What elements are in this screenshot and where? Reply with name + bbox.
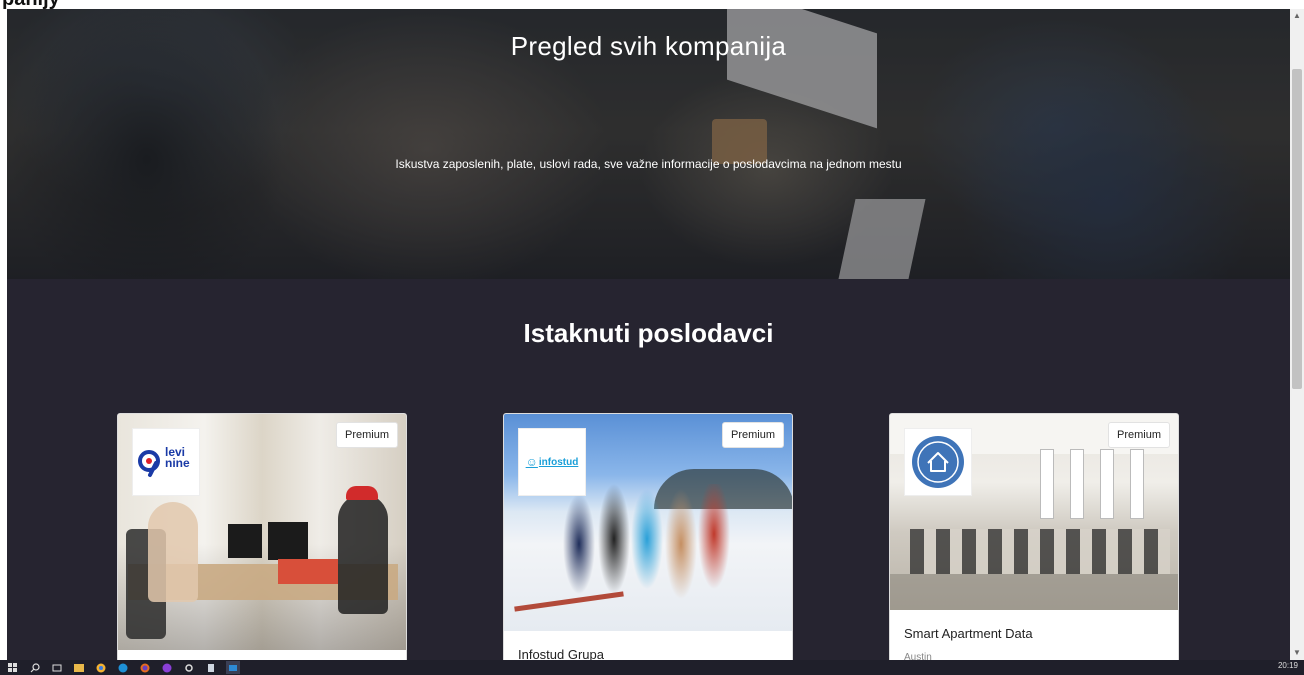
photo-monitor [268,522,308,560]
photo-folders [278,559,338,584]
photo-window [1040,449,1054,519]
hero-banner: Pregled svih kompanija Iskustva zaposlen… [7,9,1290,279]
house-icon [912,436,964,488]
employer-card-smart-apartment-data[interactable]: Premium Smart Apartment Data Austin [889,413,1179,660]
chrome-icon[interactable] [94,661,108,674]
employer-card-levi-nine[interactable]: Premium levi nine [117,413,407,660]
company-name[interactable]: Smart Apartment Data [904,626,1033,641]
hero-subtitle: Iskustva zaposlenih, plate, uslovi rada,… [395,157,902,171]
edge-icon[interactable] [116,661,130,674]
windows-start-icon[interactable] [6,661,20,674]
premium-badge: Premium [721,422,784,448]
hero-title: Pregled svih kompanija [510,31,787,61]
settings-icon[interactable] [182,661,196,674]
company-logo: ☺ infostud [518,428,586,496]
app-icon[interactable] [204,661,218,674]
company-logo [904,428,972,496]
scroll-up-arrow-icon[interactable]: ▲ [1290,9,1304,23]
photo-window [1100,449,1114,519]
scrollbar-thumb[interactable] [1292,69,1302,389]
photo-window [1130,449,1144,519]
scroll-down-arrow-icon[interactable]: ▼ [1290,646,1304,660]
photo-window [1070,449,1084,519]
search-icon[interactable] [28,661,42,674]
photo-desks [910,529,1170,574]
page-scrollbar[interactable]: ▲ ▼ [1290,9,1304,660]
photo-floor [890,574,1178,610]
photo-hat [346,486,378,500]
premium-badge: Premium [335,422,398,448]
windows-taskbar: 20:19 [0,660,1304,675]
premium-badge: Premium [1107,422,1170,448]
top-cropped-strip: panijy [0,0,1304,9]
photo-skiers [559,484,739,604]
photo-person [148,502,198,602]
employer-card-infostud[interactable]: Premium ☺ infostud Infostud Grupa [503,413,793,660]
infostud-figure-icon: ☺ [525,455,538,469]
page-viewport: Pregled svih kompanija Iskustva zaposlen… [7,9,1290,660]
taskbar-clock[interactable]: 20:19 [1278,661,1298,670]
photo-monitor [228,524,262,558]
file-explorer-icon[interactable] [72,661,86,674]
firefox-dev-icon[interactable] [160,661,174,674]
levi-logo-text-bottom: nine [165,456,190,470]
company-name[interactable]: Infostud Grupa [518,647,604,660]
featured-employers-title: Istaknuti poslodavci [523,318,774,348]
company-location: Austin [904,652,932,660]
active-window-icon[interactable] [226,661,240,674]
photo-person [338,494,388,614]
company-logo: levi nine [132,428,200,496]
infostud-logo-text: infostud [538,456,579,468]
firefox-icon[interactable] [138,661,152,674]
task-view-icon[interactable] [50,661,64,674]
cut-heading-text: panijy [2,0,60,9]
